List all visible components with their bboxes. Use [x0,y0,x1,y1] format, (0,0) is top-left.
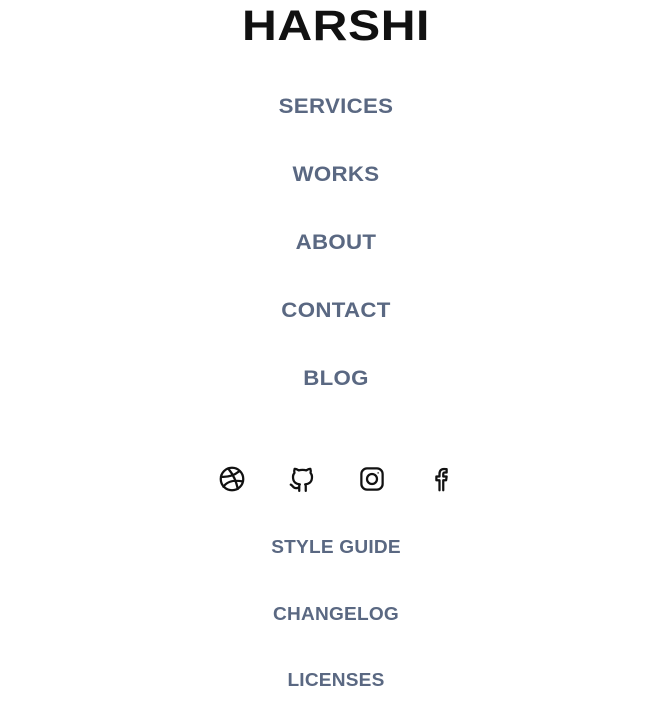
facebook-link[interactable] [426,463,458,495]
dribbble-link[interactable] [216,463,248,495]
nav-link-about[interactable]: ABOUT [0,231,672,255]
github-icon [289,467,314,492]
nav-link-works[interactable]: WORKS [0,163,672,187]
nav-link-contact[interactable]: CONTACT [0,299,672,323]
nav-link-blog[interactable]: BLOG [0,367,672,391]
brand-logo[interactable]: HARSHI [0,3,672,49]
footer-link-style-guide[interactable]: STYLE GUIDE [0,536,672,558]
dribbble-icon [219,466,245,492]
social-links [0,463,672,495]
mobile-menu: HARSHI SERVICES WORKS ABOUT CONTACT BLOG [0,0,672,714]
instagram-link[interactable] [356,463,388,495]
github-link[interactable] [286,463,318,495]
instagram-icon [360,467,384,491]
footer-link-changelog[interactable]: CHANGELOG [0,603,672,625]
facebook-icon [435,467,448,492]
footer-link-licenses[interactable]: LICENSES [0,669,672,691]
nav-link-services[interactable]: SERVICES [0,95,672,119]
